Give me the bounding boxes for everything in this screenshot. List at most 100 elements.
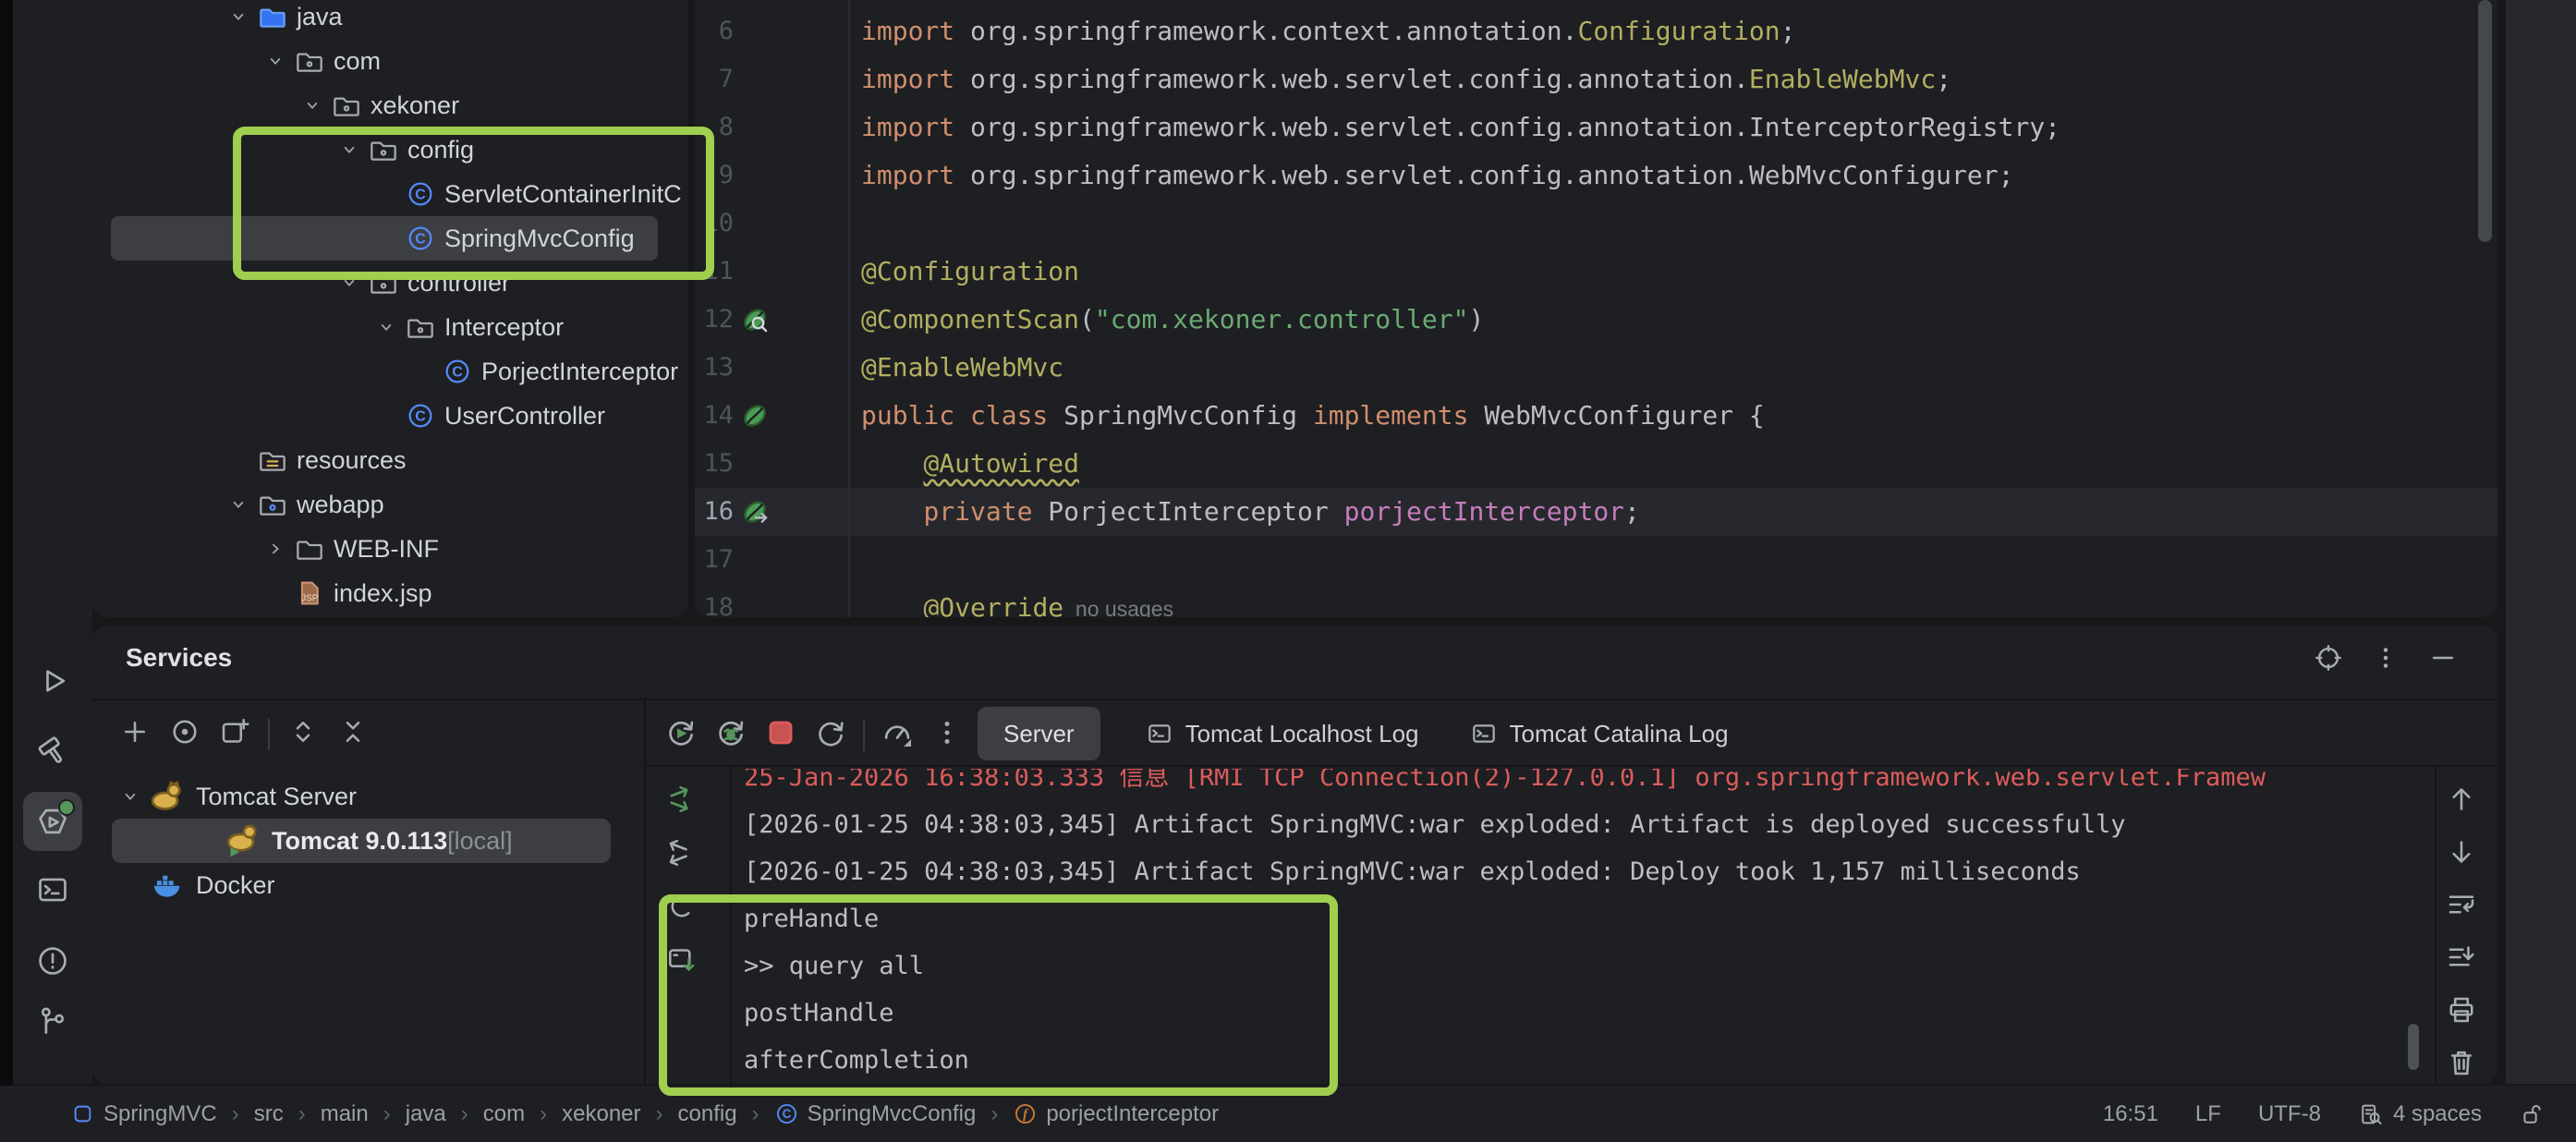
gutter-empty <box>739 55 774 103</box>
kebab-button[interactable] <box>2370 642 2401 678</box>
breadcrumb-springmvcconfig[interactable]: CSpringMvcConfig <box>774 1101 977 1127</box>
redeploy-button[interactable] <box>813 715 848 755</box>
tool-stripe-version-control-button[interactable] <box>23 991 82 1051</box>
chevron-down-icon[interactable] <box>300 92 332 118</box>
code-token: PorjectInterceptor <box>1048 496 1343 527</box>
annotation-box-project-tree <box>233 127 714 280</box>
chevron-down-icon[interactable] <box>374 314 406 340</box>
status-label: LF <box>2195 1101 2221 1127</box>
breadcrumb-separator: › <box>461 1101 468 1127</box>
console-toolbar <box>663 715 965 755</box>
kebab-button[interactable] <box>930 715 965 755</box>
breadcrumb-separator: › <box>383 1101 391 1127</box>
rerun-button[interactable] <box>663 715 699 755</box>
rerun-debug-button[interactable] <box>713 715 748 755</box>
tree-item-webapp[interactable]: webapp <box>92 482 688 527</box>
crosshair-button[interactable] <box>2313 642 2344 678</box>
folder-web-icon <box>258 490 287 519</box>
pkg-icon <box>295 46 324 76</box>
status-write-access[interactable] <box>2519 1101 2545 1127</box>
tree-item-com[interactable]: com <box>92 39 688 83</box>
status-indent[interactable]: 4 spaces <box>2358 1101 2482 1127</box>
service-item-tomcat-server[interactable]: Tomcat Server <box>92 774 644 819</box>
tree-item-label: UserController <box>444 402 605 431</box>
tree-item-usercontroller[interactable]: CUserController <box>92 394 688 438</box>
code-token: ; <box>1936 64 1951 94</box>
editor[interactable]: 6789101112131415161718 import org.spring… <box>695 0 2497 617</box>
divider <box>645 765 2497 767</box>
target-button[interactable] <box>168 715 201 753</box>
status-line-ending[interactable]: LF <box>2195 1101 2221 1127</box>
breadcrumb-src[interactable]: src <box>254 1101 284 1127</box>
gauge-button[interactable] <box>880 715 915 755</box>
breadcrumb-main[interactable]: main <box>321 1101 369 1127</box>
new-tab-icon <box>218 715 251 748</box>
breadcrumb-porjectinterceptor[interactable]: fporjectInterceptor <box>1013 1101 1219 1127</box>
editor-scrollbar[interactable] <box>2478 0 2492 242</box>
line-number-17: 17 <box>695 536 734 584</box>
gutter-spring-scan[interactable] <box>739 296 774 344</box>
collapse-all-button[interactable] <box>336 715 370 753</box>
tree-item-resources[interactable]: resources <box>92 438 688 482</box>
tab-server[interactable]: Server <box>978 707 1100 760</box>
chevron-down-icon[interactable] <box>226 4 258 30</box>
breadcrumb-xekoner[interactable]: xekoner <box>562 1101 640 1127</box>
tool-stripe-terminal-button[interactable] <box>23 860 82 919</box>
new-tab-button[interactable] <box>218 715 251 753</box>
status-encoding[interactable]: UTF-8 <box>2258 1101 2321 1127</box>
softwrap-lines-button[interactable] <box>2445 888 2478 926</box>
status-caret-position[interactable]: 16:51 <box>2103 1101 2158 1127</box>
stop-button[interactable] <box>763 715 798 755</box>
code-area[interactable]: import org.springframework.context.annot… <box>861 7 2470 617</box>
spring-scan-icon[interactable] <box>739 304 771 335</box>
spring-autowire-icon[interactable] <box>739 496 771 528</box>
arrow-down-button[interactable] <box>2445 835 2478 873</box>
service-item-tomcat-9-0-113[interactable]: Tomcat 9.0.113 [local] <box>92 819 644 863</box>
indent-doc-icon <box>2358 1101 2384 1127</box>
chevron-down-icon <box>226 492 250 516</box>
gutter-spring-bean[interactable] <box>739 392 774 440</box>
scrollend-lines-button[interactable] <box>2445 941 2478 978</box>
services-header-icons <box>2313 642 2459 678</box>
arrow-up-button[interactable] <box>2445 783 2478 820</box>
tab-tomcat-catalina-log[interactable]: Tomcat Catalina Log <box>1464 707 1734 760</box>
service-item-label: Tomcat Server <box>196 783 357 811</box>
tool-stripe-build-button[interactable] <box>23 722 82 781</box>
tab-tomcat-localhost-log[interactable]: Tomcat Localhost Log <box>1139 707 1425 760</box>
tree-item-xekoner[interactable]: xekoner <box>92 83 688 128</box>
breadcrumb-java[interactable]: java <box>406 1101 446 1127</box>
expand-all-button[interactable] <box>286 715 320 753</box>
tree-item-content: xekoner <box>92 91 459 120</box>
printer-button[interactable] <box>2445 993 2478 1031</box>
breadcrumb-config[interactable]: config <box>678 1101 737 1127</box>
chevron-right-icon[interactable] <box>263 536 295 562</box>
tree-item-java[interactable]: java <box>92 0 688 39</box>
code-line-10 <box>861 200 2470 248</box>
minimize-button[interactable] <box>2427 642 2459 678</box>
gutter-spring-autowire[interactable] <box>739 488 774 536</box>
chevron-spacer <box>374 403 406 429</box>
tree-item-porjectinterceptor[interactable]: CPorjectInterceptor <box>92 349 688 394</box>
chevron-down-icon[interactable] <box>118 784 150 809</box>
breadcrumb-springmvc[interactable]: SpringMVC <box>70 1101 217 1127</box>
tomcat-run-icon <box>225 823 261 858</box>
wrap-gray-button[interactable] <box>665 836 699 874</box>
plus-button[interactable] <box>118 715 152 753</box>
wrap-gray-icon <box>665 836 699 869</box>
breadcrumb-com[interactable]: com <box>483 1101 525 1127</box>
trash-button[interactable] <box>2445 1046 2478 1084</box>
console-scrollbar[interactable] <box>2408 1024 2419 1070</box>
wrap-green-button[interactable] <box>665 783 699 820</box>
tool-stripe-run-button[interactable] <box>23 651 82 711</box>
spring-bean-icon[interactable] <box>739 400 771 431</box>
tree-item-web-inf[interactable]: WEB-INF <box>92 527 688 571</box>
tool-stripe-services-button[interactable] <box>23 792 82 851</box>
tree-item-interceptor[interactable]: Interceptor <box>92 305 688 349</box>
chevron-down-icon[interactable] <box>226 492 258 517</box>
toolbar-separator <box>863 720 865 751</box>
gutter-empty <box>739 584 774 617</box>
chevron-down-icon[interactable] <box>263 48 295 74</box>
tree-item-index-jsp[interactable]: JSPindex.jsp <box>92 571 688 615</box>
service-item-docker[interactable]: Docker <box>92 863 644 907</box>
tool-stripe-problems-button[interactable] <box>23 931 82 990</box>
